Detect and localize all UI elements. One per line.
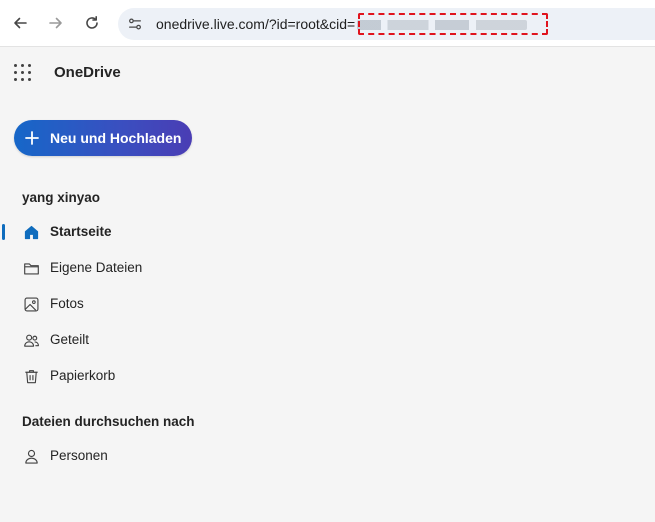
- nav-item-eigene-dateien[interactable]: Eigene Dateien: [0, 252, 300, 284]
- nav-item-label: Papierkorb: [50, 368, 116, 383]
- nav-item-label: Fotos: [50, 296, 84, 311]
- nav-item-label: Startseite: [50, 224, 112, 239]
- trash-icon: [22, 367, 40, 385]
- site-settings-icon[interactable]: [126, 15, 144, 33]
- image-icon: [22, 295, 40, 313]
- app-launcher-icon[interactable]: [12, 62, 32, 82]
- plus-icon: [25, 131, 39, 145]
- reload-icon: [86, 16, 98, 29]
- app-title: OneDrive: [54, 64, 121, 81]
- back-button[interactable]: [7, 10, 33, 36]
- nav-item-label: Geteilt: [50, 332, 90, 347]
- arrow-right-icon: [49, 17, 62, 29]
- nav-item-papierkorb[interactable]: Papierkorb: [0, 360, 300, 392]
- person-icon: [22, 447, 40, 465]
- nav-item-geteilt[interactable]: Geteilt: [0, 324, 300, 356]
- redaction-box: [358, 13, 548, 35]
- nav-item-label: Eigene Dateien: [50, 260, 143, 275]
- reload-button[interactable]: [79, 10, 105, 36]
- browser-toolbar: onedrive.live.com/?id=root&cid=: [0, 0, 655, 47]
- browse-by-heading: Dateien durchsuchen nach: [22, 414, 195, 429]
- nav-item-personen[interactable]: Personen: [0, 440, 300, 472]
- home-icon: [22, 223, 40, 241]
- nav-item-startseite[interactable]: Startseite: [0, 216, 300, 248]
- forward-button[interactable]: [43, 10, 69, 36]
- new-and-upload-button[interactable]: Neu und Hochladen: [14, 120, 192, 156]
- new-and-upload-label: Neu und Hochladen: [50, 130, 182, 146]
- folder-icon: [22, 259, 40, 277]
- url-visible-part: onedrive.live.com/?id=root&cid=: [156, 16, 356, 32]
- account-name: yang xinyao: [22, 190, 101, 205]
- arrow-left-icon: [14, 17, 27, 29]
- nav-item-label: Personen: [50, 448, 108, 463]
- people-icon: [22, 331, 40, 349]
- active-indicator: [2, 224, 5, 240]
- nav-item-fotos[interactable]: Fotos: [0, 288, 300, 320]
